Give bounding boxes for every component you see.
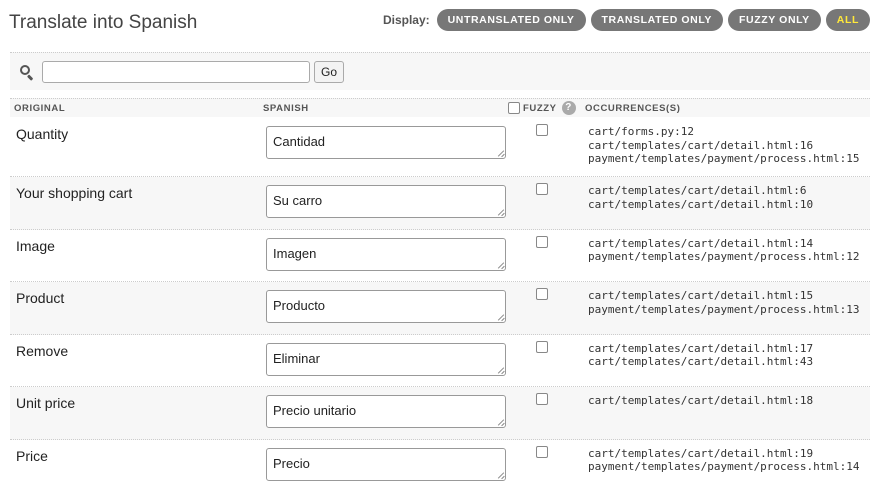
translation-table: Quantity Cantidad cart/forms.py:12 cart/t… bbox=[10, 118, 870, 486]
occurrences-list: cart/templates/cart/detail.html:17 cart/t… bbox=[588, 341, 814, 369]
resize-grip-icon[interactable] bbox=[497, 314, 504, 321]
table-row: Image Imagen cart/templates/cart/detail.… bbox=[10, 230, 870, 282]
fuzzy-checkbox[interactable] bbox=[536, 124, 548, 136]
filter-translated-only-button[interactable]: TRANSLATED ONLY bbox=[590, 9, 724, 31]
table-header: ORIGINAL SPANISH FUZZY ? OCCURRENCES(S) bbox=[10, 98, 870, 117]
translation-field[interactable]: Precio unitario bbox=[266, 395, 506, 428]
original-text: Image bbox=[16, 237, 55, 254]
occurrences-list: cart/templates/cart/detail.html:18 bbox=[588, 394, 814, 407]
fuzzy-select-all-checkbox[interactable] bbox=[508, 102, 520, 114]
resize-grip-icon[interactable] bbox=[497, 209, 504, 216]
search-bar: Go bbox=[10, 52, 870, 90]
page-title: Translate into Spanish bbox=[9, 12, 198, 33]
table-row: Price Precio cart/templates/cart/detail.… bbox=[10, 440, 870, 486]
fuzzy-checkbox[interactable] bbox=[536, 183, 548, 195]
table-row: Remove Eliminar cart/templates/cart/deta… bbox=[10, 335, 870, 387]
original-text: Unit price bbox=[16, 395, 76, 411]
table-row: Your shopping cart Su carro cart/templat… bbox=[10, 177, 870, 230]
filter-fuzzy-only-button[interactable]: FUZZY ONLY bbox=[728, 9, 821, 31]
original-text: Remove bbox=[16, 342, 69, 359]
translation-field[interactable]: Precio bbox=[266, 447, 506, 481]
resize-grip-icon[interactable] bbox=[497, 472, 504, 479]
occurrences-list: cart/templates/cart/detail.html:19 paymen… bbox=[588, 446, 860, 474]
column-header-spanish: SPANISH bbox=[263, 103, 309, 114]
fuzzy-checkbox[interactable] bbox=[536, 445, 548, 458]
column-header-original: ORIGINAL bbox=[14, 103, 66, 114]
occurrences-list: cart/forms.py:12 cart/templates/cart/deta… bbox=[588, 125, 860, 165]
original-text: Quantity bbox=[16, 126, 69, 142]
occurrences-list: cart/templates/cart/detail.html:15 paymen… bbox=[588, 289, 860, 316]
fuzzy-checkbox[interactable] bbox=[536, 235, 548, 248]
occurrences-list: cart/templates/cart/detail.html:6 cart/te… bbox=[588, 184, 814, 211]
original-text: Price bbox=[16, 447, 48, 464]
translation-field[interactable]: Imagen bbox=[266, 237, 506, 271]
occurrences-list: cart/templates/cart/detail.html:14 paymen… bbox=[588, 236, 860, 264]
column-header-occurrences: OCCURRENCES(S) bbox=[585, 103, 681, 114]
resize-grip-icon[interactable] bbox=[497, 367, 504, 374]
original-text: Product bbox=[16, 290, 65, 306]
column-header-fuzzy: FUZZY ? bbox=[508, 101, 576, 115]
help-icon[interactable]: ? bbox=[561, 101, 576, 115]
translation-field[interactable]: Cantidad bbox=[266, 126, 506, 159]
fuzzy-checkbox[interactable] bbox=[536, 393, 548, 405]
translation-field[interactable]: Producto bbox=[266, 290, 506, 323]
fuzzy-checkbox[interactable] bbox=[536, 340, 548, 353]
resize-grip-icon[interactable] bbox=[497, 262, 504, 269]
resize-grip-icon[interactable] bbox=[497, 150, 504, 157]
table-row: Product Producto cart/templates/cart/det… bbox=[10, 282, 870, 335]
original-text: Your shopping cart bbox=[16, 185, 133, 201]
fuzzy-checkbox[interactable] bbox=[536, 288, 548, 300]
display-filter-bar: Display: UNTRANSLATED ONLY TRANSLATED ON… bbox=[383, 9, 870, 31]
filter-untranslated-only-button[interactable]: UNTRANSLATED ONLY bbox=[436, 9, 586, 31]
display-label: Display: bbox=[382, 13, 430, 27]
translation-field[interactable]: Su carro bbox=[266, 185, 506, 218]
search-input[interactable] bbox=[42, 60, 310, 83]
translation-field[interactable]: Eliminar bbox=[266, 342, 506, 376]
search-icon bbox=[20, 64, 34, 81]
filter-all-button[interactable]: ALL bbox=[825, 9, 870, 31]
table-row: Quantity Cantidad cart/forms.py:12 cart/t… bbox=[10, 118, 870, 177]
resize-grip-icon[interactable] bbox=[497, 419, 504, 426]
table-row: Unit price Precio unitario cart/template… bbox=[10, 387, 870, 440]
fuzzy-header-label: FUZZY bbox=[523, 102, 557, 114]
go-button[interactable]: Go bbox=[314, 60, 345, 83]
